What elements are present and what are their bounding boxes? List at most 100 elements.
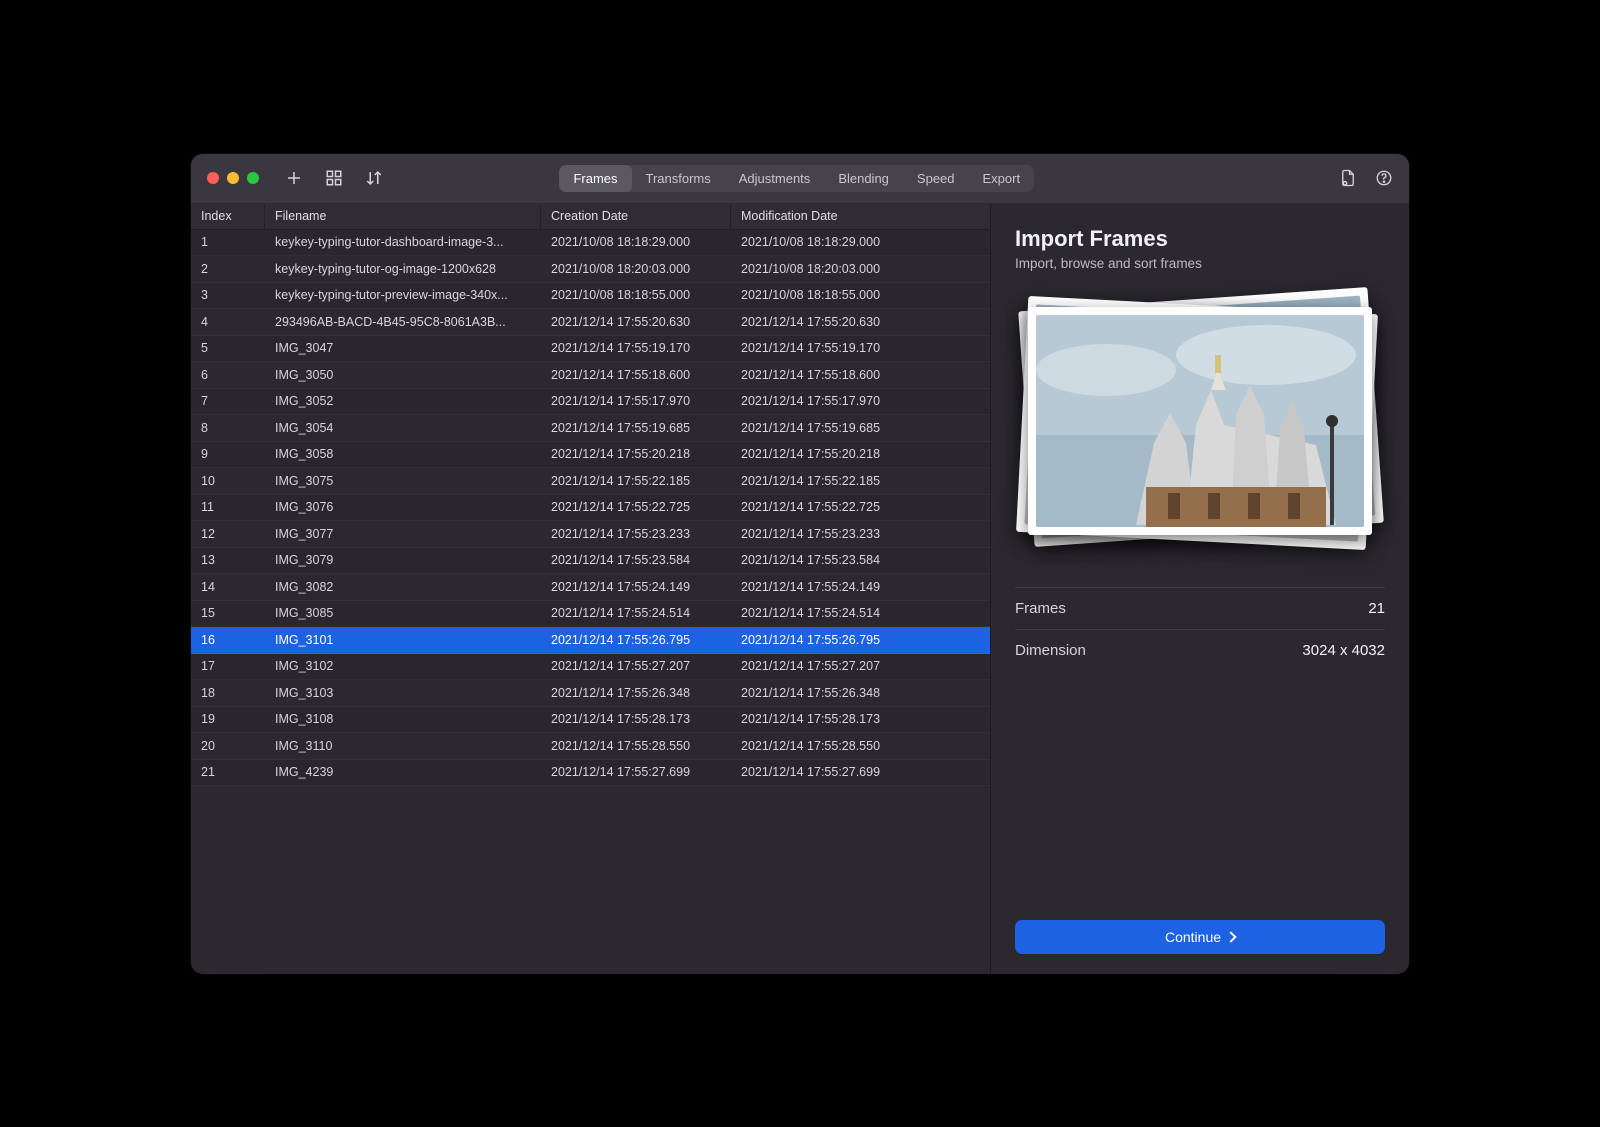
tab-adjustments[interactable]: Adjustments xyxy=(725,165,825,192)
cell-modified: 2021/12/14 17:55:19.170 xyxy=(731,341,990,355)
column-header-created[interactable]: Creation Date xyxy=(541,204,731,229)
table-row[interactable]: 2keykey-typing-tutor-og-image-1200x62820… xyxy=(191,256,990,283)
cell-created: 2021/12/14 17:55:19.170 xyxy=(541,341,731,355)
table-row[interactable]: 19IMG_31082021/12/14 17:55:28.1732021/12… xyxy=(191,707,990,734)
meta-dimension-row: Dimension 3024 x 4032 xyxy=(1015,629,1385,671)
table-row[interactable]: 16IMG_31012021/12/14 17:55:26.7952021/12… xyxy=(191,627,990,654)
cell-modified: 2021/10/08 18:18:29.000 xyxy=(731,235,990,249)
column-header-index[interactable]: Index xyxy=(191,204,265,229)
close-window-button[interactable] xyxy=(207,172,219,184)
cell-created: 2021/12/14 17:55:17.970 xyxy=(541,394,731,408)
meta-frames-label: Frames xyxy=(1015,600,1066,617)
cell-index: 20 xyxy=(191,739,265,753)
cell-filename: IMG_3102 xyxy=(265,659,541,673)
cell-modified: 2021/12/14 17:55:18.600 xyxy=(731,368,990,382)
table-body[interactable]: 1keykey-typing-tutor-dashboard-image-3..… xyxy=(191,230,990,974)
cell-created: 2021/12/14 17:55:20.218 xyxy=(541,447,731,461)
cell-modified: 2021/12/14 17:55:28.173 xyxy=(731,712,990,726)
tab-blending[interactable]: Blending xyxy=(824,165,903,192)
cell-index: 17 xyxy=(191,659,265,673)
table-row[interactable]: 7IMG_30522021/12/14 17:55:17.9702021/12/… xyxy=(191,389,990,416)
table-row[interactable]: 5IMG_30472021/12/14 17:55:19.1702021/12/… xyxy=(191,336,990,363)
table-row[interactable]: 21IMG_42392021/12/14 17:55:27.6992021/12… xyxy=(191,760,990,787)
table-row[interactable]: 1keykey-typing-tutor-dashboard-image-3..… xyxy=(191,230,990,257)
table-row[interactable]: 11IMG_30762021/12/14 17:55:22.7252021/12… xyxy=(191,495,990,522)
cell-modified: 2021/12/14 17:55:20.630 xyxy=(731,315,990,329)
window-controls xyxy=(207,172,259,184)
meta-frames-value: 21 xyxy=(1368,600,1385,617)
tab-frames[interactable]: Frames xyxy=(559,165,631,192)
add-icon[interactable] xyxy=(285,169,303,187)
cell-created: 2021/12/14 17:55:28.550 xyxy=(541,739,731,753)
cell-created: 2021/12/14 17:55:26.795 xyxy=(541,633,731,647)
toolbar-left-icons xyxy=(285,169,383,187)
table-row[interactable]: 12IMG_30772021/12/14 17:55:23.2332021/12… xyxy=(191,521,990,548)
meta-frames-row: Frames 21 xyxy=(1015,587,1385,629)
tab-speed[interactable]: Speed xyxy=(903,165,969,192)
table-row[interactable]: 8IMG_30542021/12/14 17:55:19.6852021/12/… xyxy=(191,415,990,442)
table-row[interactable]: 18IMG_31032021/12/14 17:55:26.3482021/12… xyxy=(191,680,990,707)
column-header-filename[interactable]: Filename xyxy=(265,204,541,229)
app-window: FramesTransformsAdjustmentsBlendingSpeed… xyxy=(191,154,1409,974)
file-settings-icon[interactable] xyxy=(1339,169,1357,187)
cell-index: 21 xyxy=(191,765,265,779)
tab-transforms[interactable]: Transforms xyxy=(632,165,725,192)
panel-title: Import Frames xyxy=(1015,226,1385,252)
cell-created: 2021/10/08 18:18:55.000 xyxy=(541,288,731,302)
cell-modified: 2021/10/08 18:20:03.000 xyxy=(731,262,990,276)
cell-modified: 2021/12/14 17:55:26.795 xyxy=(731,633,990,647)
cell-modified: 2021/12/14 17:55:19.685 xyxy=(731,421,990,435)
cell-index: 6 xyxy=(191,368,265,382)
cell-filename: IMG_3108 xyxy=(265,712,541,726)
cell-created: 2021/10/08 18:20:03.000 xyxy=(541,262,731,276)
cell-index: 13 xyxy=(191,553,265,567)
help-icon[interactable] xyxy=(1375,169,1393,187)
minimize-window-button[interactable] xyxy=(227,172,239,184)
table-row[interactable]: 10IMG_30752021/12/14 17:55:22.1852021/12… xyxy=(191,468,990,495)
cell-modified: 2021/12/14 17:55:22.185 xyxy=(731,474,990,488)
table-row[interactable]: 14IMG_30822021/12/14 17:55:24.1492021/12… xyxy=(191,574,990,601)
cell-index: 7 xyxy=(191,394,265,408)
cell-filename: IMG_3085 xyxy=(265,606,541,620)
cell-created: 2021/12/14 17:55:23.233 xyxy=(541,527,731,541)
cell-filename: IMG_3054 xyxy=(265,421,541,435)
cell-modified: 2021/12/14 17:55:22.725 xyxy=(731,500,990,514)
cell-filename: IMG_4239 xyxy=(265,765,541,779)
cell-created: 2021/10/08 18:18:29.000 xyxy=(541,235,731,249)
cell-filename: 293496AB-BACD-4B45-95C8-8061A3B... xyxy=(265,315,541,329)
cell-modified: 2021/12/14 17:55:23.584 xyxy=(731,553,990,567)
sort-icon[interactable] xyxy=(365,169,383,187)
cell-index: 1 xyxy=(191,235,265,249)
table-row[interactable]: 3keykey-typing-tutor-preview-image-340x.… xyxy=(191,283,990,310)
cell-created: 2021/12/14 17:55:26.348 xyxy=(541,686,731,700)
fullscreen-window-button[interactable] xyxy=(247,172,259,184)
side-panel: Import Frames Import, browse and sort fr… xyxy=(991,204,1409,974)
tab-export[interactable]: Export xyxy=(969,165,1035,192)
table-row[interactable]: 9IMG_30582021/12/14 17:55:20.2182021/12/… xyxy=(191,442,990,469)
toolbar-right-icons xyxy=(1339,169,1393,187)
cell-index: 9 xyxy=(191,447,265,461)
table-row[interactable]: 20IMG_31102021/12/14 17:55:28.5502021/12… xyxy=(191,733,990,760)
cell-index: 2 xyxy=(191,262,265,276)
cell-modified: 2021/12/14 17:55:20.218 xyxy=(731,447,990,461)
continue-button[interactable]: Continue xyxy=(1015,920,1385,954)
cell-filename: IMG_3052 xyxy=(265,394,541,408)
column-header-modified[interactable]: Modification Date xyxy=(731,204,990,229)
table-row[interactable]: 13IMG_30792021/12/14 17:55:23.5842021/12… xyxy=(191,548,990,575)
cell-modified: 2021/12/14 17:55:23.233 xyxy=(731,527,990,541)
table-row[interactable]: 6IMG_30502021/12/14 17:55:18.6002021/12/… xyxy=(191,362,990,389)
table-row[interactable]: 17IMG_31022021/12/14 17:55:27.2072021/12… xyxy=(191,654,990,681)
cell-modified: 2021/10/08 18:18:55.000 xyxy=(731,288,990,302)
cell-created: 2021/12/14 17:55:27.207 xyxy=(541,659,731,673)
grid-icon[interactable] xyxy=(325,169,343,187)
frames-table: Index Filename Creation Date Modificatio… xyxy=(191,204,991,974)
cell-modified: 2021/12/14 17:55:24.149 xyxy=(731,580,990,594)
cell-filename: IMG_3077 xyxy=(265,527,541,541)
cell-filename: keykey-typing-tutor-preview-image-340x..… xyxy=(265,288,541,302)
meta-dimension-label: Dimension xyxy=(1015,642,1086,659)
table-row[interactable]: 15IMG_30852021/12/14 17:55:24.5142021/12… xyxy=(191,601,990,628)
chevron-right-icon xyxy=(1225,931,1236,942)
cell-created: 2021/12/14 17:55:28.173 xyxy=(541,712,731,726)
cell-filename: IMG_3075 xyxy=(265,474,541,488)
table-row[interactable]: 4293496AB-BACD-4B45-95C8-8061A3B...2021/… xyxy=(191,309,990,336)
